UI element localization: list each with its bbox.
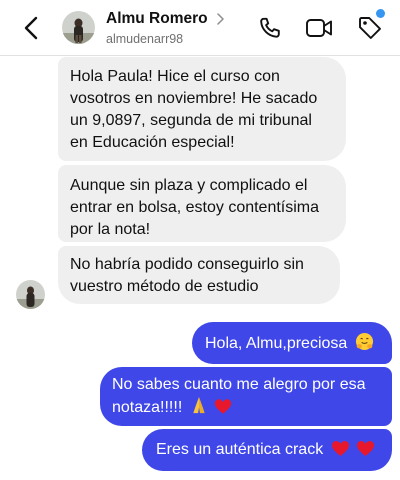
voice-call-button[interactable] [256,14,284,42]
chevron-left-icon [24,16,38,40]
message-text: No sabes cuanto me alegro por esa notaza… [112,376,366,416]
notification-dot [376,9,385,18]
tag-button[interactable] [356,14,384,42]
message-text: Hola, Almu,preciosa [205,335,348,352]
message-outgoing[interactable]: No sabes cuanto me alegro por esa notaza… [100,367,392,426]
message-incoming[interactable]: Aunque sin plaza y complicado el entrar … [58,165,346,242]
video-call-button[interactable] [305,14,333,42]
tag-icon [359,17,381,39]
message-incoming[interactable]: Hola Paula! Hice el curso con vosotros e… [58,57,346,161]
contact-username: almudenarr98 [106,32,184,46]
sender-avatar[interactable] [16,280,45,309]
chat-header: Almu Romero almudenarr98 [0,0,400,56]
contact-name: Almu Romero [106,10,208,27]
message-outgoing[interactable]: Eres un auténtica crack [142,429,392,471]
message-incoming[interactable]: No habría podido conseguirlo sin vuestro… [58,246,340,304]
video-camera-icon [306,19,332,37]
red-heart-emoji [356,440,375,464]
back-button[interactable] [18,13,44,43]
contact-name-link[interactable]: Almu Romero [106,10,224,28]
red-heart-emoji [331,440,350,464]
chevron-right-icon [216,13,224,25]
message-text: No habría podido conseguirlo sin vuestro… [70,256,304,295]
contact-avatar[interactable] [62,11,95,44]
phone-icon [260,17,280,38]
message-text: Eres un auténtica crack [156,441,324,458]
hugging-face-emoji [355,332,374,358]
red-heart-emoji [214,398,232,422]
message-outgoing[interactable]: Hola, Almu,preciosa [192,322,392,364]
message-text: Hola Paula! Hice el curso con vosotros e… [70,68,318,151]
message-text: Aunque sin plaza y complicado el entrar … [70,177,320,238]
folded-hands-emoji [190,396,208,422]
